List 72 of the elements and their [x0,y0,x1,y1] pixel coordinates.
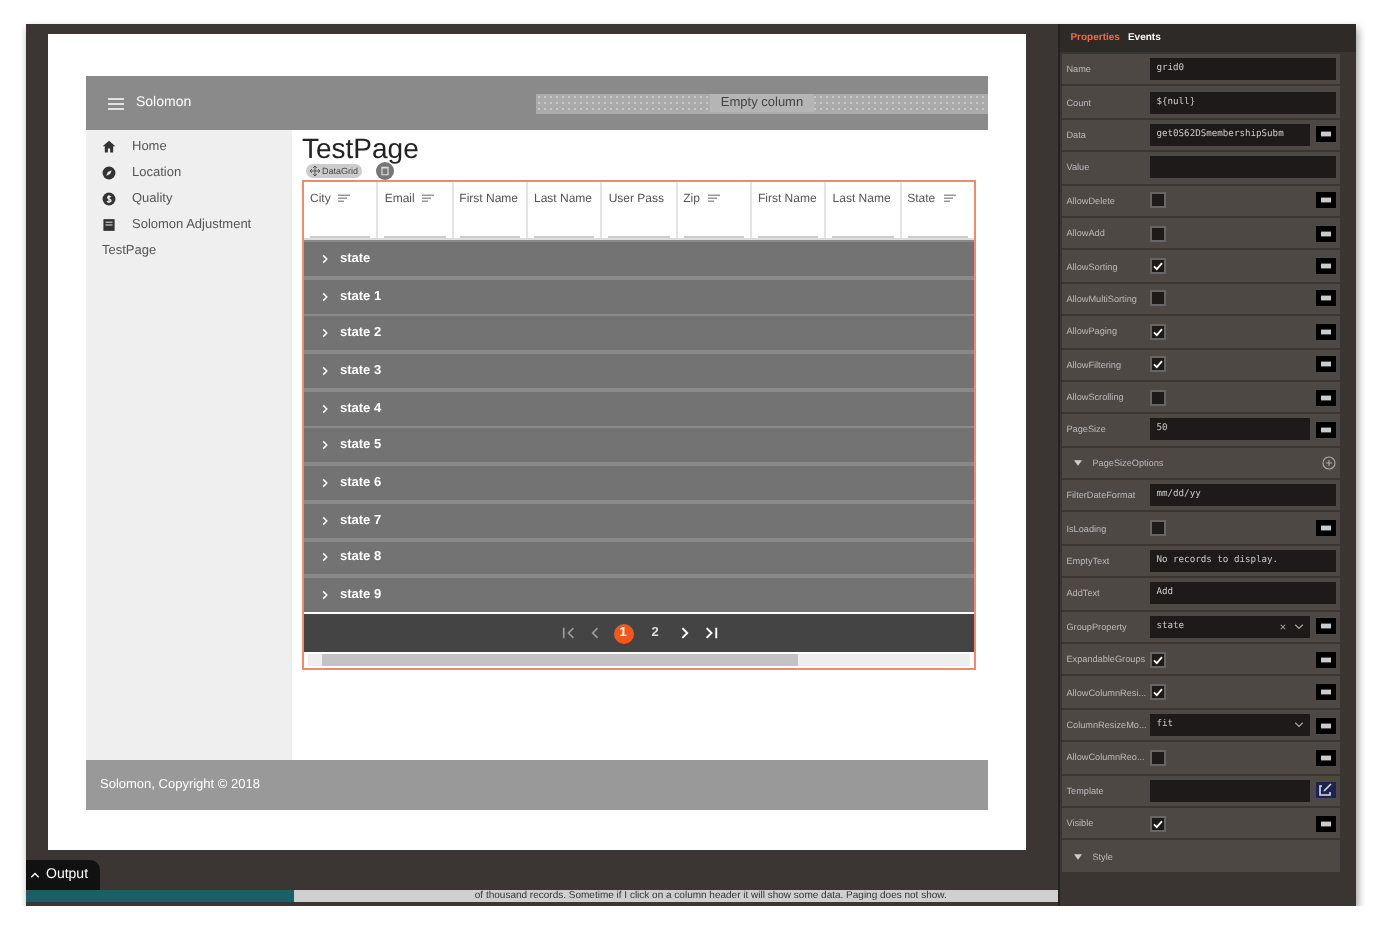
bind-button[interactable] [1316,815,1336,832]
bind-button[interactable] [1316,421,1336,438]
checkbox[interactable] [1150,258,1167,275]
bind-button[interactable] [1316,290,1336,307]
checkbox[interactable] [1150,389,1167,406]
text-field[interactable] [1150,779,1310,802]
dollar-icon [102,192,116,206]
edit-button[interactable] [1316,782,1336,799]
checkbox[interactable] [1150,651,1167,668]
compass-icon [102,166,116,180]
menu-icon[interactable] [108,97,124,109]
filter-field[interactable] [384,232,446,238]
bind-button[interactable] [1316,717,1336,733]
text-field[interactable] [1150,156,1336,179]
bind-button[interactable] [1316,618,1336,635]
home-icon [102,140,116,154]
move-icon [310,166,320,176]
chevron-icon [322,478,328,489]
checkbox[interactable] [1150,290,1167,307]
caret-icon [30,872,40,878]
bind-button[interactable] [1316,749,1336,766]
checkbox[interactable] [1150,520,1167,537]
sort-icon[interactable] [422,194,435,205]
filter-field[interactable] [310,232,371,238]
sort-icon[interactable] [338,194,351,205]
book-icon [102,218,116,232]
bind-button[interactable] [1316,323,1336,340]
chevron-icon [322,590,328,601]
chevron-down-icon [1294,623,1304,630]
bind-button[interactable] [1316,356,1336,373]
sort-icon[interactable] [707,194,720,205]
sort-icon[interactable] [943,194,956,205]
horizontal-scrollbar[interactable] [308,654,970,667]
previous-page-icon[interactable] [587,626,601,641]
chevron-down-icon [1294,722,1304,728]
chevron-icon [322,552,328,563]
add-icon[interactable] [1322,455,1336,470]
clear-icon[interactable] [1280,623,1286,630]
filter-field[interactable] [683,232,744,238]
chevron-icon [322,328,328,339]
checkbox[interactable] [1150,225,1167,242]
bind-button[interactable] [1316,225,1336,242]
bind-button[interactable] [1316,684,1336,701]
filter-field[interactable] [608,232,670,238]
filter-field[interactable] [533,232,595,238]
chevron-icon [322,403,328,414]
checkbox[interactable] [1150,815,1167,832]
checkbox[interactable] [1150,323,1167,340]
filter-field[interactable] [907,232,968,238]
bind-button[interactable] [1316,389,1336,406]
bind-button[interactable] [1316,520,1336,537]
next-page-icon[interactable] [677,626,691,641]
bind-button[interactable] [1316,126,1336,143]
checkbox[interactable] [1150,192,1167,209]
filter-field[interactable] [832,232,894,238]
checkbox[interactable] [1150,356,1167,373]
bind-button[interactable] [1316,192,1336,209]
first-page-icon[interactable] [561,626,575,641]
chevron-icon [322,515,328,526]
checkbox[interactable] [1150,749,1167,766]
bind-button[interactable] [1316,651,1336,668]
bind-button[interactable] [1316,258,1336,275]
chevron-icon [322,366,328,376]
chevron-icon [322,440,328,451]
checkbox[interactable] [1150,684,1167,701]
trash-icon[interactable] [376,162,394,180]
chevron-icon [322,253,328,264]
filter-field[interactable] [757,232,819,238]
page-title: TestPage [302,134,421,162]
chevron-icon [322,291,328,302]
filter-field[interactable] [459,232,520,238]
last-page-icon[interactable] [703,626,717,641]
